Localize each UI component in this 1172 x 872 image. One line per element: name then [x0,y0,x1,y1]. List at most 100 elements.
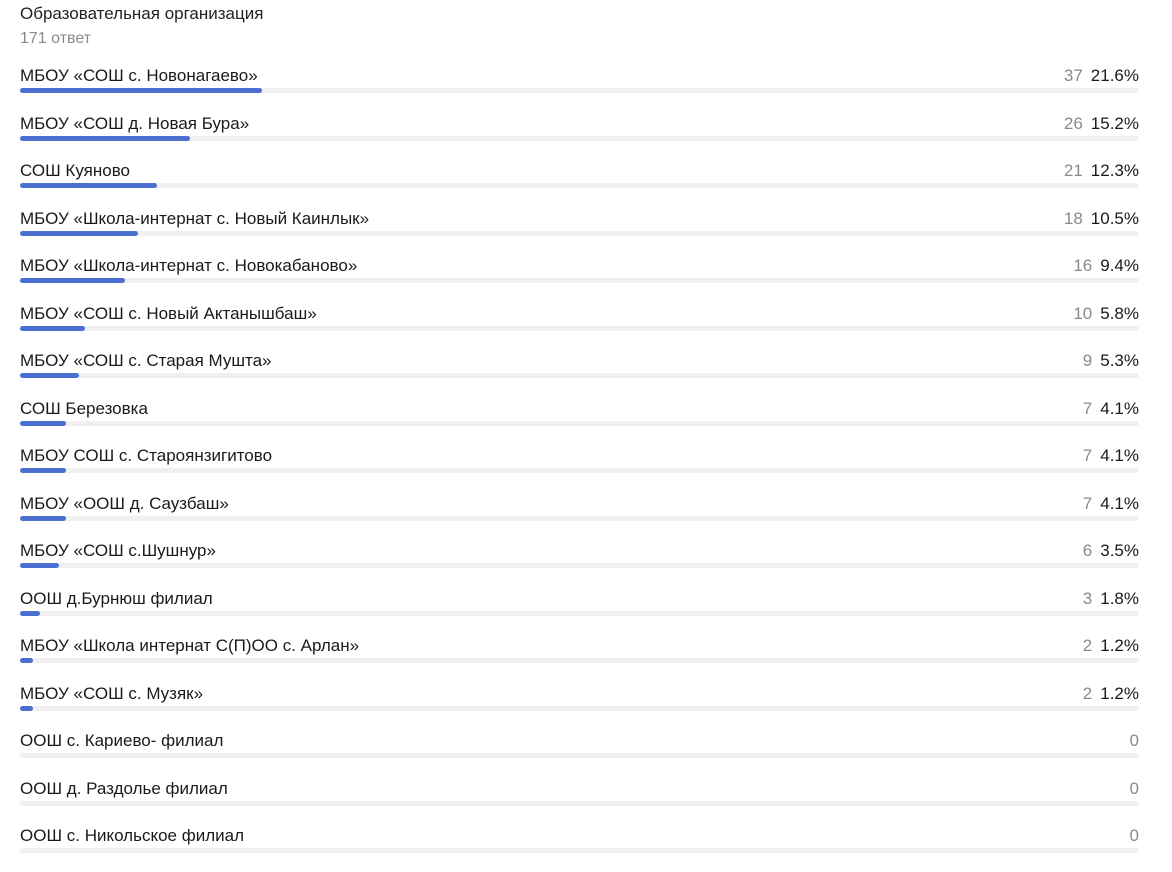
bar-track [20,373,1139,378]
bar-count-label: 0 [1129,731,1139,750]
bar-stats: 0 [1130,778,1139,800]
bar-stats: 9 5.3% [1083,350,1139,372]
bar [20,88,263,93]
bar-percent-label: 5.8% [1100,303,1139,323]
bar-row: МБОУ «СОШ с.Шушнур» 6 3.5% [20,539,1139,587]
bar-percent-label: 9.4% [1100,256,1139,275]
bar-track [20,278,1139,283]
bar-count-label: 37 [1063,66,1083,85]
bar-track [20,183,1139,188]
bar-row: МБОУ СОШ с. Староянзигитово 7 4.1% [20,444,1139,492]
bar-percent-label: 1.8% [1100,588,1139,608]
response-count: 171 ответ [20,30,92,47]
bar-count-label: 6 [1082,541,1093,560]
bar-count-label: 0 [1129,826,1139,845]
bar-row: СОШ Куяново 21 12.3% [20,159,1139,207]
bar-stats: 2 1.2% [1083,683,1139,705]
bar-track [20,563,1139,568]
bar-stats: 18 10.5% [1064,208,1139,230]
bar-label: МБОУ «Школа-интернат с. Новокабаново» [20,256,358,275]
bar-row: МБОУ «Школа интернат С(П)ОО с. Арлан» 2 1.… [20,634,1139,682]
bar-row: МБОУ «Школа-интернат с. Новый Каинлык» 18… [20,207,1139,255]
bar-list: МБОУ «СОШ с. Новонагаево» 37 21.6% МБОУ «СО… [20,64,1139,872]
bar-stats: 26 15.2% [1064,113,1139,135]
bar-label: ООШ д. Раздолье филиал [20,778,228,798]
bar-percent-label: 5.3% [1100,351,1139,370]
bar-row: ООШ с. Никольское филиал 0 [20,824,1139,872]
bar-percent-label: 1.2% [1100,636,1139,655]
bar-count-label: 7 [1082,398,1093,418]
bar-count-label: 21 [1063,161,1083,180]
bar-label: ООШ д.Бурнюш филиал [20,588,213,608]
bar-percent-label: 3.5% [1100,541,1139,560]
bar-count-label: 16 [1073,256,1093,275]
bar-row: СОШ Березовка 7 4.1% [20,397,1139,445]
bar-percent-label: 1.2% [1100,683,1139,703]
bar-label: МБОУ «ООШ д. Саузбаш» [20,493,229,513]
bar-stats: 0 [1130,730,1139,752]
bar-stats: 16 9.4% [1073,255,1139,277]
bar-row: МБОУ «СОШ с. Новый Актанышбаш» 10 5.8% [20,302,1139,350]
bar-percent-label: 15.2% [1090,113,1139,133]
bar-track [20,800,1139,806]
bar [20,658,34,663]
bar-row: ООШ д.Бурнюш филиал 3 1.8% [20,587,1139,635]
bar-track [20,753,1139,758]
bar [20,135,191,141]
bar-row: МБОУ «СОШ с. Новонагаево» 37 21.6% [20,64,1139,112]
bar [20,563,60,568]
bar-count-label: 3 [1082,588,1093,608]
bar [20,325,86,331]
bar [20,610,40,616]
bar-track [20,515,1139,521]
bar-track [20,610,1139,616]
bar-label: ООШ с. Никольское филиал [20,826,244,845]
bar-track [20,705,1139,711]
bar-label: МБОУ «Школа интернат С(П)ОО с. Арлан» [20,636,360,655]
bar-stats: 0 [1130,825,1139,847]
bar-percent-label: 4.1% [1100,398,1139,418]
bar-track [20,135,1139,141]
bar-count-label: 0 [1129,778,1139,798]
bar-row: МБОУ «СОШ с. Старая Мушта» 9 5.3% [20,349,1139,397]
bar [20,230,138,236]
bar-stats: 7 4.1% [1083,398,1139,420]
bar-stats: 3 1.8% [1083,588,1139,610]
bar [20,420,66,426]
bar-percent-label: 21.6% [1090,66,1139,85]
chart-header: Образовательная организация 171 ответ [20,3,263,50]
bar-row: ООШ д. Раздолье филиал 0 [20,777,1139,825]
bar-count-label: 26 [1063,113,1083,133]
bar [20,278,125,283]
bar-track [20,420,1139,426]
bar-stats: 10 5.8% [1073,303,1139,325]
bar [20,468,66,473]
bar-count-label: 7 [1082,493,1093,513]
chart-title: Образовательная организация [20,4,264,23]
bar-row: МБОУ «ООШ д. Саузбаш» 7 4.1% [20,492,1139,540]
bar-track [20,88,1139,93]
bar-stats: 7 4.1% [1083,493,1139,515]
bar-stats: 6 3.5% [1083,540,1139,562]
bar-label: ООШ с. Кариево- филиал [20,731,224,750]
bar-row: ООШ с. Кариево- филиал 0 [20,729,1139,777]
bar-label: МБОУ «СОШ с. Музяк» [20,683,204,703]
bar-track [20,658,1139,663]
bar [20,183,158,188]
bar-label: МБОУ «СОШ д. Новая Бура» [20,113,250,133]
bar-stats: 21 12.3% [1064,160,1139,182]
bar-label: МБОУ «Школа-интернат с. Новый Каинлык» [20,208,370,228]
bar-label: МБОУ «СОШ с.Шушнур» [20,541,216,560]
bar-track [20,230,1139,236]
bar-row: МБОУ «СОШ с. Музяк» 2 1.2% [20,682,1139,730]
bar-row: МБОУ «СОШ д. Новая Бура» 26 15.2% [20,112,1139,160]
bar-stats: 37 21.6% [1064,65,1139,87]
bar [20,705,34,711]
bar-stats: 2 1.2% [1083,635,1139,657]
bar-count-label: 9 [1082,351,1093,370]
bar-track [20,325,1139,331]
bar-percent-label: 4.1% [1100,446,1139,465]
bar [20,515,66,521]
bar-label: СОШ Березовка [20,398,148,418]
bar-stats: 7 4.1% [1083,445,1139,467]
